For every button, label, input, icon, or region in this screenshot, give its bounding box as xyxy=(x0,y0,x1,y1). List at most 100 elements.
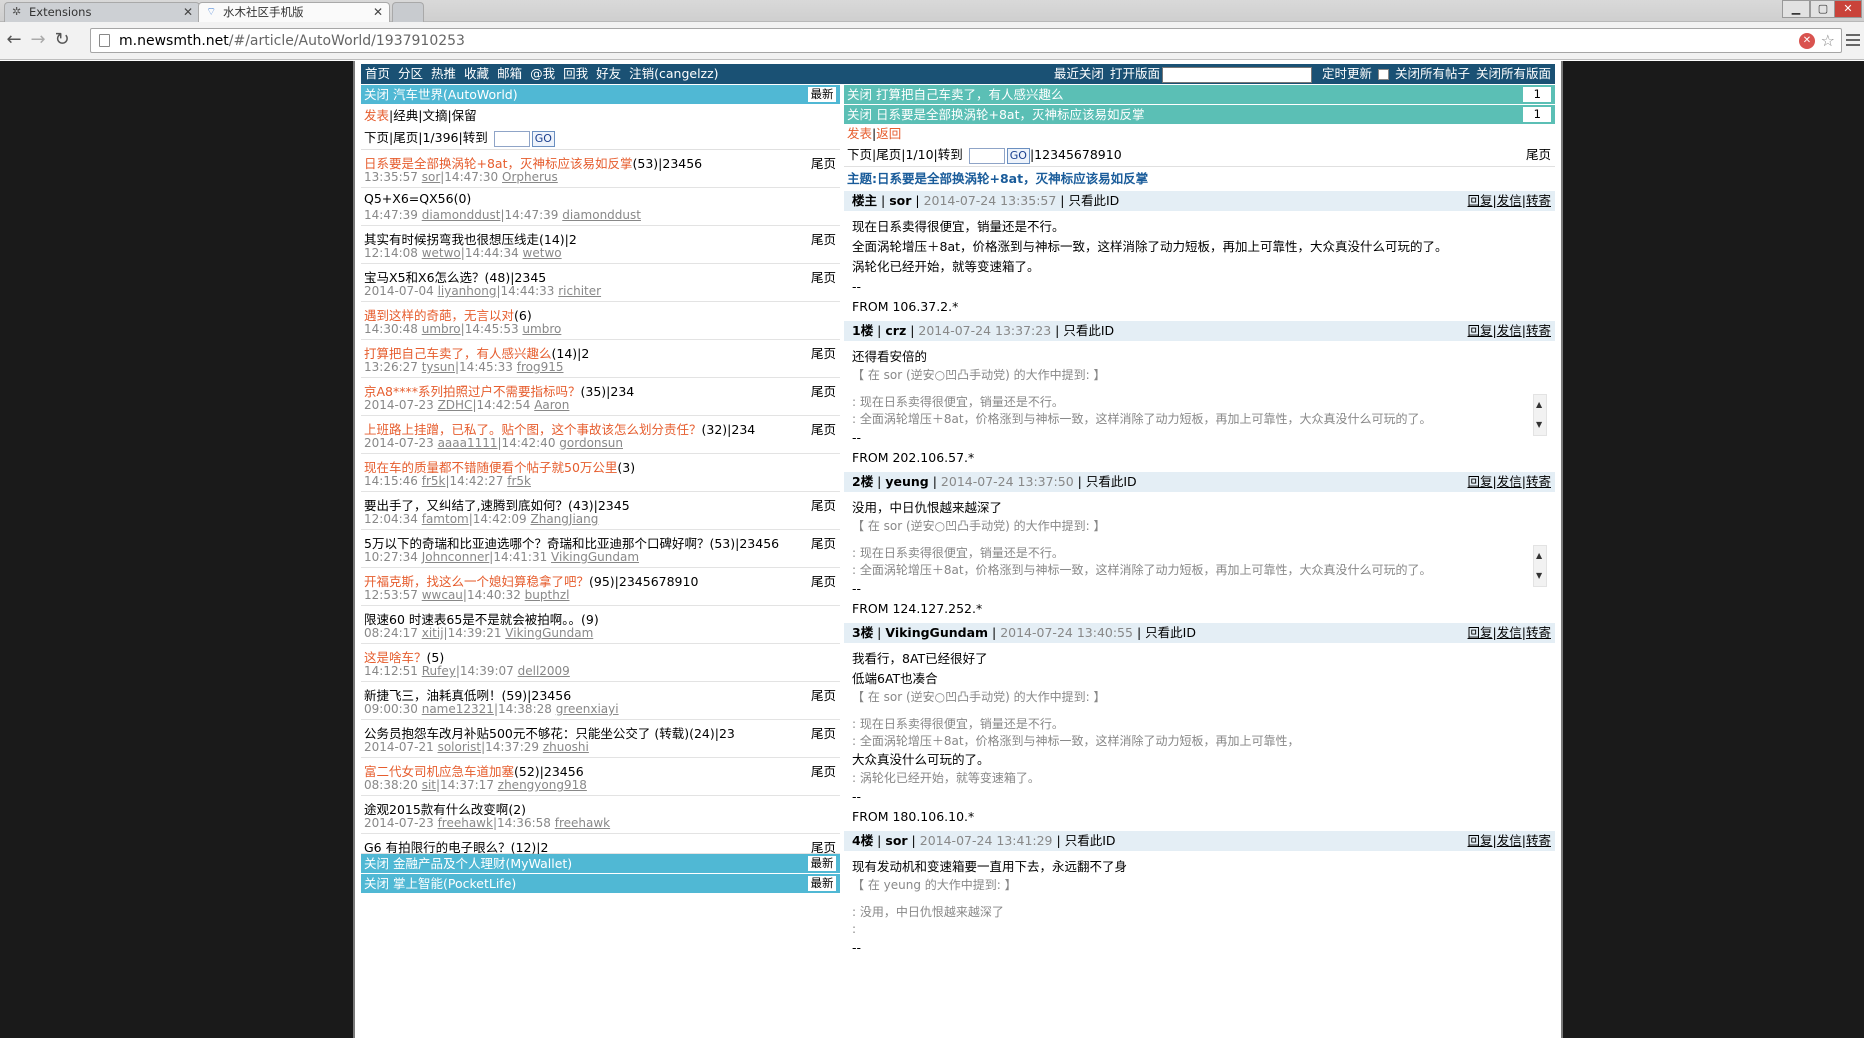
close-window-button[interactable]: ✕ xyxy=(1834,0,1862,18)
maximize-button[interactable]: ▢ xyxy=(1810,0,1836,18)
close-post-link[interactable]: 关闭 xyxy=(847,107,876,122)
close-tab-icon[interactable]: ✕ xyxy=(373,3,383,21)
close-all-posts-link[interactable]: 关闭所有帖子 xyxy=(1395,66,1470,81)
nav-favorites[interactable]: 收藏 xyxy=(464,66,489,81)
forward-link[interactable]: 转寄 xyxy=(1526,323,1551,338)
last-replier-link[interactable]: greenxiayi xyxy=(556,702,619,716)
reply-link[interactable]: 回复 xyxy=(1468,193,1493,208)
author-link[interactable]: sor xyxy=(889,193,911,208)
back-arrow-icon[interactable]: ← xyxy=(4,31,24,51)
last-replier-link[interactable]: zhengyong918 xyxy=(498,778,587,792)
thread-title[interactable]: Q5+X6=QX56(0) xyxy=(364,191,471,206)
extension-icon[interactable]: ✕ xyxy=(1799,33,1815,49)
board-name[interactable]: 金融产品及个人理财(MyWallet) xyxy=(393,856,572,871)
author-link[interactable]: xitij xyxy=(422,626,444,640)
last-replier-link[interactable]: fr5k xyxy=(507,474,531,488)
author-link[interactable]: Rufey xyxy=(422,664,456,678)
nav-friends[interactable]: 好友 xyxy=(596,66,621,81)
author-link[interactable]: tysun xyxy=(422,360,455,374)
last-page-link[interactable]: 尾页 xyxy=(811,267,836,286)
last-replier-link[interactable]: bupthzl xyxy=(525,588,570,602)
last-replier-link[interactable]: VikingGundam xyxy=(551,550,639,564)
last-replier-link[interactable]: richiter xyxy=(558,284,601,298)
scroll-up-icon[interactable]: ▲ xyxy=(1536,546,1542,566)
author-link[interactable]: Johnconner xyxy=(422,550,490,564)
close-board-link[interactable]: 关闭 xyxy=(364,876,393,891)
author-link[interactable]: ZDHC xyxy=(438,398,473,412)
latest-button[interactable]: 最新 xyxy=(808,856,836,871)
only-this-id-link[interactable]: 只看此ID xyxy=(1086,474,1137,489)
reply-link[interactable]: 回复 xyxy=(1468,625,1493,640)
latest-button[interactable]: 最新 xyxy=(808,876,836,891)
author-link[interactable]: umbro xyxy=(422,322,461,336)
reload-icon[interactable]: ↻ xyxy=(52,31,72,51)
mail-link[interactable]: 发信 xyxy=(1497,625,1522,640)
page-links[interactable]: 12345678910 xyxy=(1034,147,1121,162)
last-page-link[interactable]: 尾页 xyxy=(811,343,836,362)
forward-link[interactable]: 转寄 xyxy=(1526,625,1551,640)
close-post-link[interactable]: 关闭 xyxy=(847,87,876,102)
last-page-link[interactable]: 尾页 xyxy=(811,229,836,248)
last-replier-link[interactable]: ZhangJiang xyxy=(531,512,599,526)
board-modes[interactable]: |经典|文摘|保留 xyxy=(389,108,477,123)
close-tab-icon[interactable]: ✕ xyxy=(183,3,193,21)
only-this-id-link[interactable]: 只看此ID xyxy=(1145,625,1196,640)
author-link[interactable]: wetwo xyxy=(422,246,461,260)
reply-link[interactable]: 回复 xyxy=(1468,833,1493,848)
last-page-link[interactable]: 尾页 xyxy=(876,147,901,162)
bookmark-star-icon[interactable]: ☆ xyxy=(1821,31,1835,50)
forward-link[interactable]: 转寄 xyxy=(1526,474,1551,489)
back-link[interactable]: 返回 xyxy=(876,126,901,141)
last-replier-link[interactable]: Aaron xyxy=(534,398,569,412)
quote-scrollbar[interactable]: ▲ ▼ xyxy=(1533,394,1547,436)
last-page-link[interactable]: 尾页 xyxy=(811,533,836,552)
scroll-down-icon[interactable]: ▼ xyxy=(1536,415,1542,435)
go-button[interactable]: GO xyxy=(531,130,555,147)
scroll-down-icon[interactable]: ▼ xyxy=(1536,566,1542,586)
nav-at-me[interactable]: @我 xyxy=(530,66,555,81)
forward-link[interactable]: 转寄 xyxy=(1526,193,1551,208)
last-page-link[interactable]: 尾页 xyxy=(811,761,836,780)
goto-page-input[interactable] xyxy=(968,147,1005,164)
post-title-link[interactable]: 日系要是全部换涡轮+8at，灭神标应该易如反掌 xyxy=(876,107,1145,122)
last-replier-link[interactable]: gordonsun xyxy=(559,436,623,450)
close-board-link[interactable]: 关闭 xyxy=(364,856,393,871)
last-replier-link[interactable]: dell2009 xyxy=(518,664,570,678)
open-board-input[interactable] xyxy=(1161,66,1312,83)
close-all-boards-link[interactable]: 关闭所有版面 xyxy=(1476,66,1551,81)
author-link[interactable]: aaaa1111 xyxy=(438,436,498,450)
minimize-button[interactable]: ▁ xyxy=(1782,0,1810,18)
reply-link[interactable]: 回复 xyxy=(1468,323,1493,338)
last-replier-link[interactable]: umbro xyxy=(522,322,561,336)
tab-smth[interactable]: ⌔ 水木社区手机版 ✕ xyxy=(198,2,390,22)
last-replier-link[interactable]: freehawk xyxy=(555,816,610,830)
author-link[interactable]: liyanhong xyxy=(438,284,497,298)
forward-arrow-icon[interactable]: → xyxy=(28,31,48,51)
author-link[interactable]: fr5k xyxy=(422,474,446,488)
nav-logout[interactable]: 注销(cangelzz) xyxy=(629,66,718,81)
forward-link[interactable]: 转寄 xyxy=(1526,833,1551,848)
author-link[interactable]: freehawk xyxy=(438,816,493,830)
refresh-checkbox[interactable] xyxy=(1377,69,1389,80)
post-title-link[interactable]: 打算把自己车卖了，有人感兴趣么 xyxy=(876,87,1064,102)
last-replier-link[interactable]: zhuoshi xyxy=(543,740,589,754)
new-post-link[interactable]: 发表 xyxy=(364,108,389,123)
nav-hot[interactable]: 热推 xyxy=(431,66,456,81)
author-link[interactable]: diamonddust xyxy=(422,208,501,222)
open-board-link[interactable]: 打开版面 xyxy=(1110,66,1160,81)
last-page-link[interactable]: 尾页 xyxy=(393,130,418,145)
go-button[interactable]: GO xyxy=(1006,147,1030,164)
nav-replies[interactable]: 回我 xyxy=(563,66,588,81)
mail-link[interactable]: 发信 xyxy=(1497,474,1522,489)
nav-sections[interactable]: 分区 xyxy=(398,66,423,81)
goto-page-input[interactable] xyxy=(493,130,530,147)
last-replier-link[interactable]: Orpherus xyxy=(502,170,558,184)
author-link[interactable]: wwcau xyxy=(422,588,463,602)
author-link[interactable]: solorist xyxy=(438,740,482,754)
menu-icon[interactable] xyxy=(1846,34,1860,48)
author-link[interactable]: sit xyxy=(422,778,436,792)
author-link[interactable]: crz xyxy=(885,323,906,338)
nav-home[interactable]: 首页 xyxy=(365,66,390,81)
last-page-link[interactable]: 尾页 xyxy=(811,419,836,438)
board-name[interactable]: 掌上智能(PocketLife) xyxy=(393,876,516,891)
